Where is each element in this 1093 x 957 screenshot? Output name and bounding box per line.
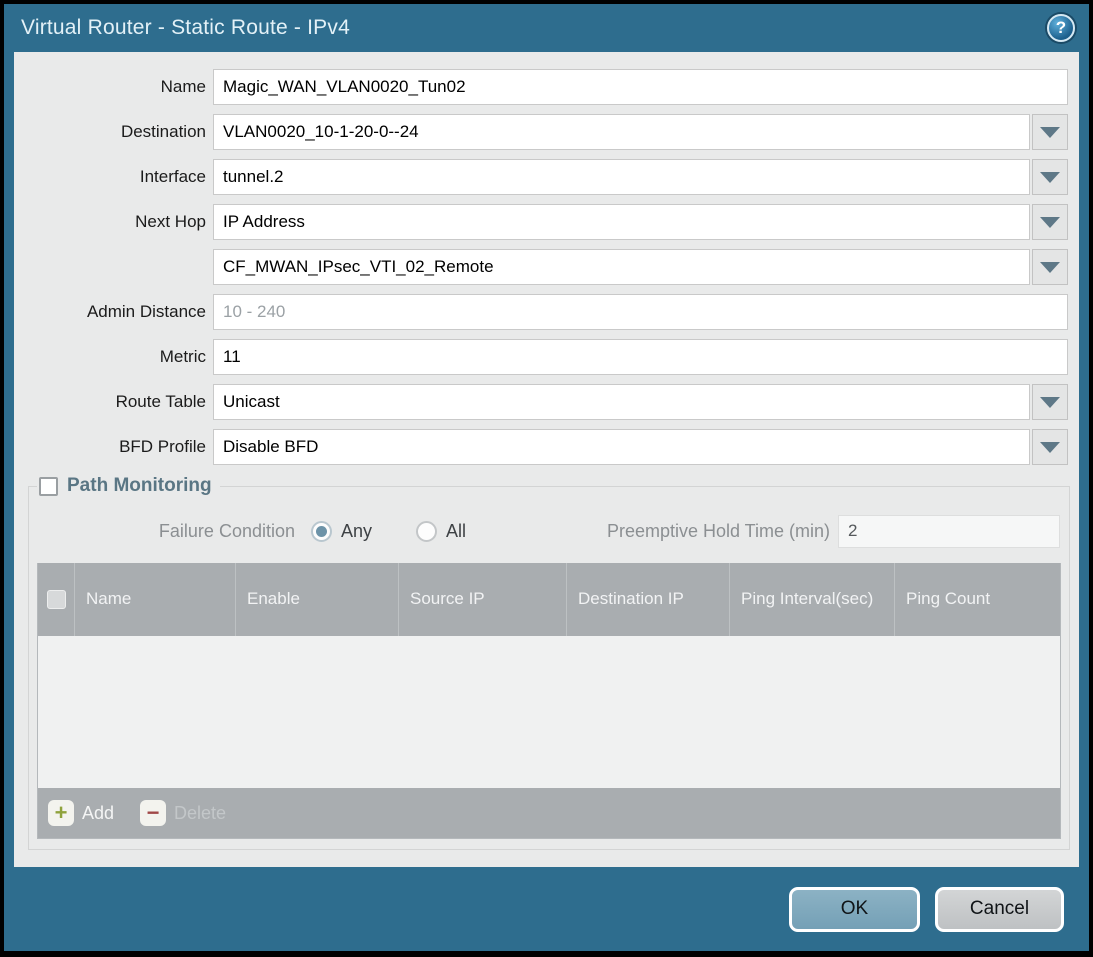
dialog-body: Name Destination Interface Next Hop bbox=[14, 52, 1079, 867]
path-monitoring-table: Name Enable Source IP Destination IP Pin… bbox=[37, 563, 1061, 839]
chevron-down-icon bbox=[1040, 442, 1060, 453]
next-hop-type-dropdown-button[interactable] bbox=[1032, 204, 1068, 240]
form-row-interface: Interface bbox=[14, 159, 1068, 195]
form-row-admin-distance: Admin Distance bbox=[14, 294, 1068, 330]
column-header-source-ip[interactable]: Source IP bbox=[398, 563, 566, 636]
preemptive-hold-time-input[interactable] bbox=[838, 515, 1060, 548]
failure-condition-any-label: Any bbox=[341, 521, 372, 542]
path-monitoring-table-header: Name Enable Source IP Destination IP Pin… bbox=[38, 563, 1060, 636]
form-row-next-hop-address bbox=[14, 249, 1068, 285]
destination-label: Destination bbox=[14, 122, 213, 142]
static-route-dialog: Virtual Router - Static Route - IPv4 ? N… bbox=[4, 4, 1089, 951]
form-row-name: Name bbox=[14, 69, 1068, 105]
add-button-label: Add bbox=[82, 803, 114, 824]
path-monitoring-legend: Path Monitoring bbox=[37, 475, 220, 497]
destination-input[interactable] bbox=[213, 114, 1030, 150]
route-table-dropdown-button[interactable] bbox=[1032, 384, 1068, 420]
metric-label: Metric bbox=[14, 347, 213, 367]
chevron-down-icon bbox=[1040, 397, 1060, 408]
failure-condition-any-radio[interactable] bbox=[311, 521, 332, 542]
select-all-header-cell bbox=[38, 563, 74, 636]
interface-dropdown-button[interactable] bbox=[1032, 159, 1068, 195]
route-table-label: Route Table bbox=[14, 392, 213, 412]
dialog-action-bar: OK Cancel bbox=[4, 867, 1089, 951]
preemptive-hold-time-label: Preemptive Hold Time (min) bbox=[607, 521, 830, 542]
bfd-profile-label: BFD Profile bbox=[14, 437, 213, 457]
delete-button[interactable]: − Delete bbox=[140, 800, 226, 826]
path-monitoring-checkbox[interactable] bbox=[39, 477, 58, 496]
path-monitoring-title: Path Monitoring bbox=[67, 475, 212, 497]
failure-condition-all-label: All bbox=[446, 521, 466, 542]
delete-minus-icon: − bbox=[140, 800, 166, 826]
column-header-ping-count[interactable]: Ping Count bbox=[894, 563, 1060, 636]
interface-label: Interface bbox=[14, 167, 213, 187]
dialog-title: Virtual Router - Static Route - IPv4 bbox=[21, 16, 350, 40]
form-row-bfd-profile: BFD Profile bbox=[14, 429, 1068, 465]
name-input[interactable] bbox=[213, 69, 1068, 105]
next-hop-label: Next Hop bbox=[14, 212, 213, 232]
next-hop-type-input[interactable] bbox=[213, 204, 1030, 240]
add-plus-icon: + bbox=[48, 800, 74, 826]
column-header-ping-interval[interactable]: Ping Interval(sec) bbox=[729, 563, 894, 636]
chevron-down-icon bbox=[1040, 262, 1060, 273]
bfd-profile-dropdown-button[interactable] bbox=[1032, 429, 1068, 465]
cancel-button[interactable]: Cancel bbox=[935, 887, 1064, 932]
select-all-checkbox[interactable] bbox=[47, 590, 66, 609]
next-hop-address-input[interactable] bbox=[213, 249, 1030, 285]
radio-dot bbox=[316, 526, 327, 537]
form-row-metric: Metric bbox=[14, 339, 1068, 375]
failure-condition-label: Failure Condition bbox=[37, 521, 295, 542]
delete-button-label: Delete bbox=[174, 803, 226, 824]
help-icon[interactable]: ? bbox=[1047, 14, 1075, 42]
admin-distance-label: Admin Distance bbox=[14, 302, 213, 322]
chevron-down-icon bbox=[1040, 172, 1060, 183]
path-monitoring-section: Path Monitoring Failure Condition Any Al… bbox=[28, 475, 1070, 850]
form-row-destination: Destination bbox=[14, 114, 1068, 150]
column-header-enable[interactable]: Enable bbox=[235, 563, 398, 636]
name-label: Name bbox=[14, 77, 213, 97]
chevron-down-icon bbox=[1040, 217, 1060, 228]
add-button[interactable]: + Add bbox=[48, 800, 114, 826]
path-monitoring-table-body bbox=[38, 636, 1060, 788]
metric-input[interactable] bbox=[213, 339, 1068, 375]
bfd-profile-input[interactable] bbox=[213, 429, 1030, 465]
path-monitoring-table-toolbar: + Add − Delete bbox=[38, 788, 1060, 838]
interface-input[interactable] bbox=[213, 159, 1030, 195]
column-header-name[interactable]: Name bbox=[74, 563, 235, 636]
admin-distance-input[interactable] bbox=[213, 294, 1068, 330]
failure-condition-row: Failure Condition Any All Preemptive Hol… bbox=[37, 513, 1061, 549]
route-table-input[interactable] bbox=[213, 384, 1030, 420]
form-row-next-hop: Next Hop bbox=[14, 204, 1068, 240]
chevron-down-icon bbox=[1040, 127, 1060, 138]
form-row-route-table: Route Table bbox=[14, 384, 1068, 420]
dialog-titlebar: Virtual Router - Static Route - IPv4 ? bbox=[4, 4, 1089, 52]
failure-condition-all-radio[interactable] bbox=[416, 521, 437, 542]
destination-dropdown-button[interactable] bbox=[1032, 114, 1068, 150]
next-hop-address-dropdown-button[interactable] bbox=[1032, 249, 1068, 285]
ok-button[interactable]: OK bbox=[789, 887, 920, 932]
column-header-destination-ip[interactable]: Destination IP bbox=[566, 563, 729, 636]
